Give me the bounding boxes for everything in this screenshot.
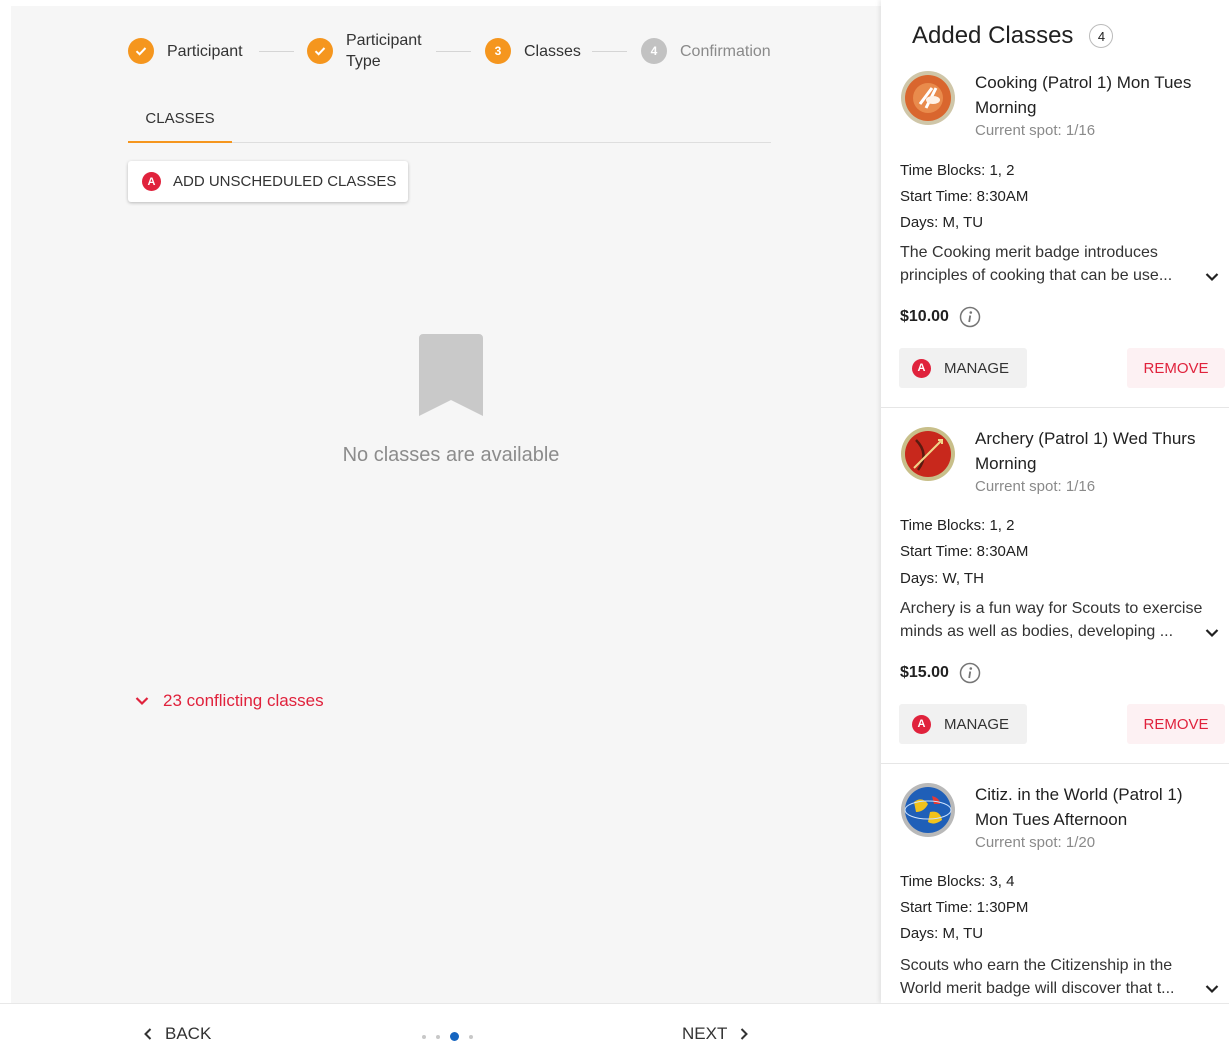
added-classes-panel: Added Classes 4 Cooking (Patrol 1) Mon T… <box>881 0 1229 1003</box>
step-label: Confirmation <box>680 42 771 60</box>
step-confirmation[interactable]: 4 Confirmation <box>641 38 771 64</box>
cooking-merit-badge-icon <box>901 71 955 125</box>
chevron-down-icon[interactable] <box>1205 628 1219 638</box>
citizenship-world-merit-badge-icon <box>901 783 955 837</box>
progress-dot <box>436 1034 440 1039</box>
start-time: Start Time: 8:30AM <box>900 188 1029 205</box>
step-connector <box>259 51 294 52</box>
step-label: Classes <box>524 42 581 60</box>
manage-button[interactable]: A MANAGE <box>899 348 1027 388</box>
class-price: $15.00 <box>900 662 981 684</box>
class-description: The Cooking merit badge introduces princ… <box>900 244 1173 284</box>
tab-bar: CLASSES <box>128 96 771 143</box>
step-classes[interactable]: 3 Classes <box>485 38 581 64</box>
bookmark-icon <box>419 334 483 416</box>
chevron-down-icon[interactable] <box>1205 272 1219 282</box>
chevron-down-icon <box>135 697 149 706</box>
step-label: Participant <box>167 42 243 60</box>
step-participant-type[interactable]: Participant Type <box>307 30 422 72</box>
info-icon[interactable] <box>959 306 981 328</box>
remove-button[interactable]: REMOVE <box>1127 348 1225 388</box>
current-spot: Current spot: 1/16 <box>975 478 1096 495</box>
time-blocks: Time Blocks: 3, 4 <box>900 873 1015 890</box>
step-participant[interactable]: Participant <box>128 38 243 64</box>
time-blocks: Time Blocks: 1, 2 <box>900 517 1015 534</box>
time-blocks: Time Blocks: 1, 2 <box>900 162 1015 179</box>
step-number: 4 <box>641 38 667 64</box>
class-title: Archery (Patrol 1) Wed Thurs Morning <box>975 429 1196 473</box>
class-card-citizenship-world: Citiz. in the World (Patrol 1) Mon Tues … <box>881 782 1229 1003</box>
empty-message: No classes are available <box>342 444 560 466</box>
empty-state: No classes are available <box>301 334 601 467</box>
check-icon <box>307 38 333 64</box>
step-connector <box>436 51 471 52</box>
start-time: Start Time: 1:30PM <box>900 899 1029 916</box>
stepper: Participant Participant Type 3 Classes 4… <box>128 6 771 96</box>
archery-merit-badge-icon <box>901 427 955 481</box>
info-icon[interactable] <box>959 662 981 684</box>
class-title: Citiz. in the World (Patrol 1) Mon Tues … <box>975 785 1183 829</box>
remove-button[interactable]: REMOVE <box>1127 704 1225 744</box>
conflicting-classes-toggle[interactable]: 23 conflicting classes <box>135 691 324 711</box>
progress-dot <box>469 1034 473 1039</box>
current-spot: Current spot: 1/20 <box>975 834 1096 851</box>
added-count-badge: 4 <box>1089 24 1114 48</box>
tab-classes[interactable]: CLASSES <box>128 96 232 143</box>
chevron-down-icon[interactable] <box>1205 984 1219 994</box>
step-connector <box>592 51 627 52</box>
class-description: Scouts who earn the Citizenship in the W… <box>900 957 1175 997</box>
main-panel: Participant Participant Type 3 Classes 4… <box>11 6 881 1003</box>
sidebar-header: Added Classes 4 <box>912 22 1114 50</box>
class-description: Archery is a fun way for Scouts to exerc… <box>900 600 1203 640</box>
sidebar-title: Added Classes <box>912 22 1074 49</box>
conflicting-classes-label: 23 conflicting classes <box>163 691 324 710</box>
progress-dot-active <box>450 1032 459 1041</box>
wizard-footer: BACK NEXT <box>0 1003 1229 1063</box>
step-number: 3 <box>485 38 511 64</box>
days: Days: M, TU <box>900 214 984 231</box>
check-icon <box>128 38 154 64</box>
a-badge-icon: A <box>912 358 931 378</box>
next-button[interactable]: NEXT <box>682 1024 749 1044</box>
add-unscheduled-classes-button[interactable]: A ADD UNSCHEDULED CLASSES <box>128 161 408 202</box>
class-card-cooking: Cooking (Patrol 1) Mon Tues Morning Curr… <box>881 70 1229 408</box>
progress-dot <box>422 1034 426 1039</box>
chevron-left-icon <box>144 1028 152 1040</box>
start-time: Start Time: 8:30AM <box>900 543 1029 560</box>
chevron-right-icon <box>741 1028 749 1040</box>
class-card-archery: Archery (Patrol 1) Wed Thurs Morning Cur… <box>881 426 1229 764</box>
progress-dots <box>422 1032 483 1041</box>
days: Days: W, TH <box>900 570 984 587</box>
step-label: Participant Type <box>346 32 422 70</box>
class-title: Cooking (Patrol 1) Mon Tues Morning <box>975 73 1192 117</box>
manage-button[interactable]: A MANAGE <box>899 704 1027 744</box>
days: Days: M, TU <box>900 925 984 942</box>
a-badge-icon: A <box>142 172 161 191</box>
a-badge-icon: A <box>912 714 931 734</box>
class-price: $10.00 <box>900 306 981 328</box>
current-spot: Current spot: 1/16 <box>975 122 1096 139</box>
back-button[interactable]: BACK <box>143 1024 211 1044</box>
add-unscheduled-label: ADD UNSCHEDULED CLASSES <box>173 173 397 190</box>
